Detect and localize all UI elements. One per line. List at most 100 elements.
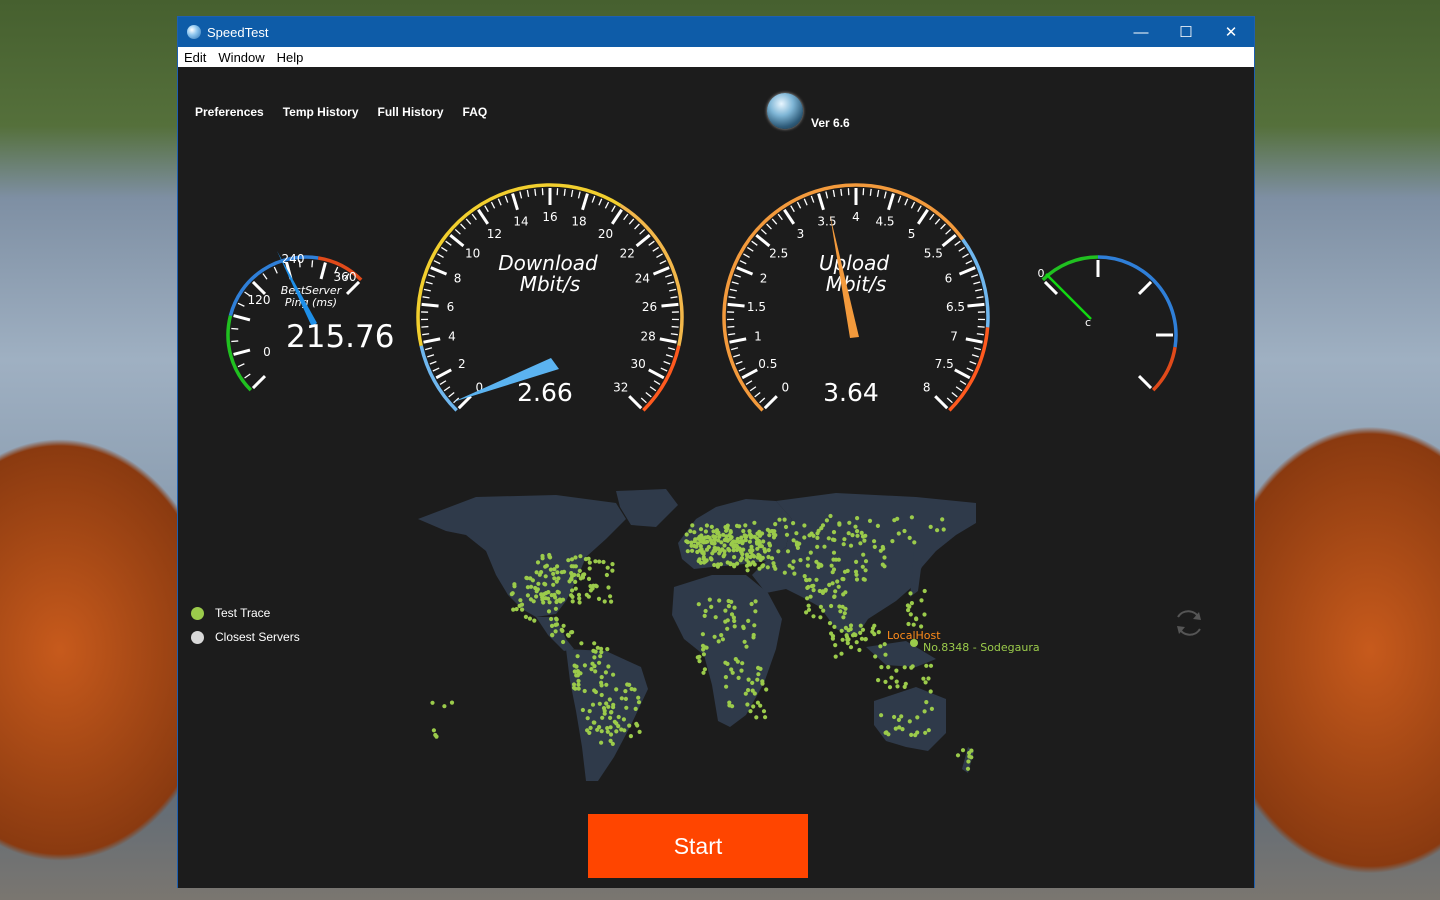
server-dot bbox=[872, 539, 877, 544]
server-dot bbox=[604, 701, 609, 706]
menu-help[interactable]: Help bbox=[277, 50, 304, 65]
download-tick bbox=[443, 386, 451, 392]
download-tick bbox=[477, 208, 490, 225]
server-dot bbox=[585, 728, 590, 733]
download-tick bbox=[640, 397, 647, 404]
server-dot bbox=[745, 568, 750, 573]
server-dot bbox=[433, 732, 438, 738]
upload-tick bbox=[951, 392, 958, 398]
server-dot bbox=[909, 601, 914, 606]
nav-faq[interactable]: FAQ bbox=[463, 105, 488, 119]
server-dot bbox=[571, 564, 576, 569]
server-dot bbox=[761, 539, 766, 544]
menu-edit[interactable]: Edit bbox=[184, 50, 206, 65]
server-dot bbox=[740, 661, 745, 666]
server-dot bbox=[602, 711, 607, 716]
nav-full-history[interactable]: Full History bbox=[378, 105, 444, 119]
server-label: No.8348 - Sodegaura bbox=[923, 641, 1040, 654]
upload-tick bbox=[975, 288, 983, 292]
server-dot bbox=[703, 535, 708, 540]
download-tick bbox=[484, 205, 489, 213]
server-dot bbox=[747, 529, 752, 534]
server-dot bbox=[924, 700, 929, 705]
upload-tick bbox=[941, 234, 957, 248]
download-tick bbox=[563, 188, 566, 196]
server-dot bbox=[552, 576, 557, 581]
server-dot bbox=[711, 534, 716, 539]
server-dot bbox=[570, 594, 575, 599]
server-dot bbox=[928, 524, 933, 529]
server-dot bbox=[879, 713, 884, 718]
server-dot bbox=[616, 714, 621, 720]
world-map[interactable]: LocalHost No.8348 - Sodegaura bbox=[416, 489, 1056, 789]
download-tick bbox=[577, 191, 581, 199]
server-dot bbox=[761, 709, 767, 714]
server-dot bbox=[535, 560, 541, 565]
server-dot bbox=[741, 539, 746, 544]
server-dot bbox=[811, 533, 816, 538]
server-dot bbox=[575, 654, 580, 659]
server-dot bbox=[598, 654, 603, 659]
server-dot bbox=[576, 592, 582, 597]
server-dot bbox=[765, 565, 770, 570]
server-dot bbox=[842, 611, 847, 616]
server-dot bbox=[554, 622, 560, 627]
upload-tick bbox=[958, 246, 965, 252]
upload-tick bbox=[959, 380, 967, 385]
server-dot bbox=[724, 684, 729, 689]
upload-tick-label: 5 bbox=[908, 227, 916, 241]
download-tick-label: 24 bbox=[635, 272, 650, 286]
upload-tick bbox=[916, 208, 929, 225]
server-dot bbox=[839, 628, 844, 633]
start-button[interactable]: Start bbox=[588, 814, 808, 878]
server-dot bbox=[561, 639, 566, 645]
upload-tick bbox=[738, 367, 746, 372]
server-dot bbox=[605, 729, 610, 734]
nav-temp-history[interactable]: Temp History bbox=[283, 105, 359, 119]
server-dot bbox=[549, 593, 554, 598]
server-dot bbox=[711, 529, 716, 534]
close-button[interactable]: ✕ bbox=[1208, 17, 1254, 47]
server-dot bbox=[965, 766, 971, 771]
upload-tick bbox=[832, 189, 836, 198]
server-dot bbox=[597, 559, 602, 564]
greenland bbox=[616, 489, 678, 527]
server-dot bbox=[599, 646, 604, 651]
upload-tick-label: 6.5 bbox=[946, 300, 965, 314]
download-tick bbox=[425, 347, 433, 351]
upload-tick bbox=[977, 325, 985, 328]
upload-tick bbox=[954, 240, 961, 246]
server-dot bbox=[722, 543, 727, 548]
title-bar[interactable]: SpeedTest — ☐ ✕ bbox=[178, 17, 1254, 47]
server-dot bbox=[742, 639, 747, 644]
server-dot bbox=[902, 528, 907, 534]
server-dot bbox=[430, 700, 435, 705]
server-dot bbox=[848, 623, 854, 628]
server-dot bbox=[739, 556, 745, 561]
server-dot bbox=[773, 566, 778, 571]
server-dot bbox=[707, 597, 712, 602]
download-arc bbox=[619, 204, 684, 347]
download-gauge: 02468101214 16 1820222426283032 Download M… bbox=[416, 183, 684, 412]
menu-window[interactable]: Window bbox=[218, 50, 264, 65]
legend-closest-servers: Closest Servers bbox=[191, 625, 300, 649]
download-tick bbox=[628, 395, 643, 410]
download-tick bbox=[670, 296, 678, 299]
minimize-button[interactable]: — bbox=[1118, 17, 1164, 47]
server-dot bbox=[908, 612, 913, 617]
refresh-icon[interactable] bbox=[1173, 608, 1205, 638]
server-dot bbox=[752, 562, 757, 567]
upload-tick bbox=[803, 198, 808, 206]
server-dot bbox=[892, 714, 897, 720]
server-dot bbox=[716, 639, 721, 644]
server-dot bbox=[637, 729, 642, 734]
server-dot bbox=[727, 703, 732, 708]
upload-tick bbox=[739, 260, 747, 265]
maximize-button[interactable]: ☐ bbox=[1163, 17, 1209, 47]
server-dot bbox=[922, 709, 927, 714]
server-dot bbox=[842, 537, 847, 542]
server-dot bbox=[734, 523, 740, 528]
download-tick bbox=[445, 240, 452, 246]
server-dot bbox=[744, 557, 749, 562]
nav-preferences[interactable]: Preferences bbox=[195, 105, 264, 119]
